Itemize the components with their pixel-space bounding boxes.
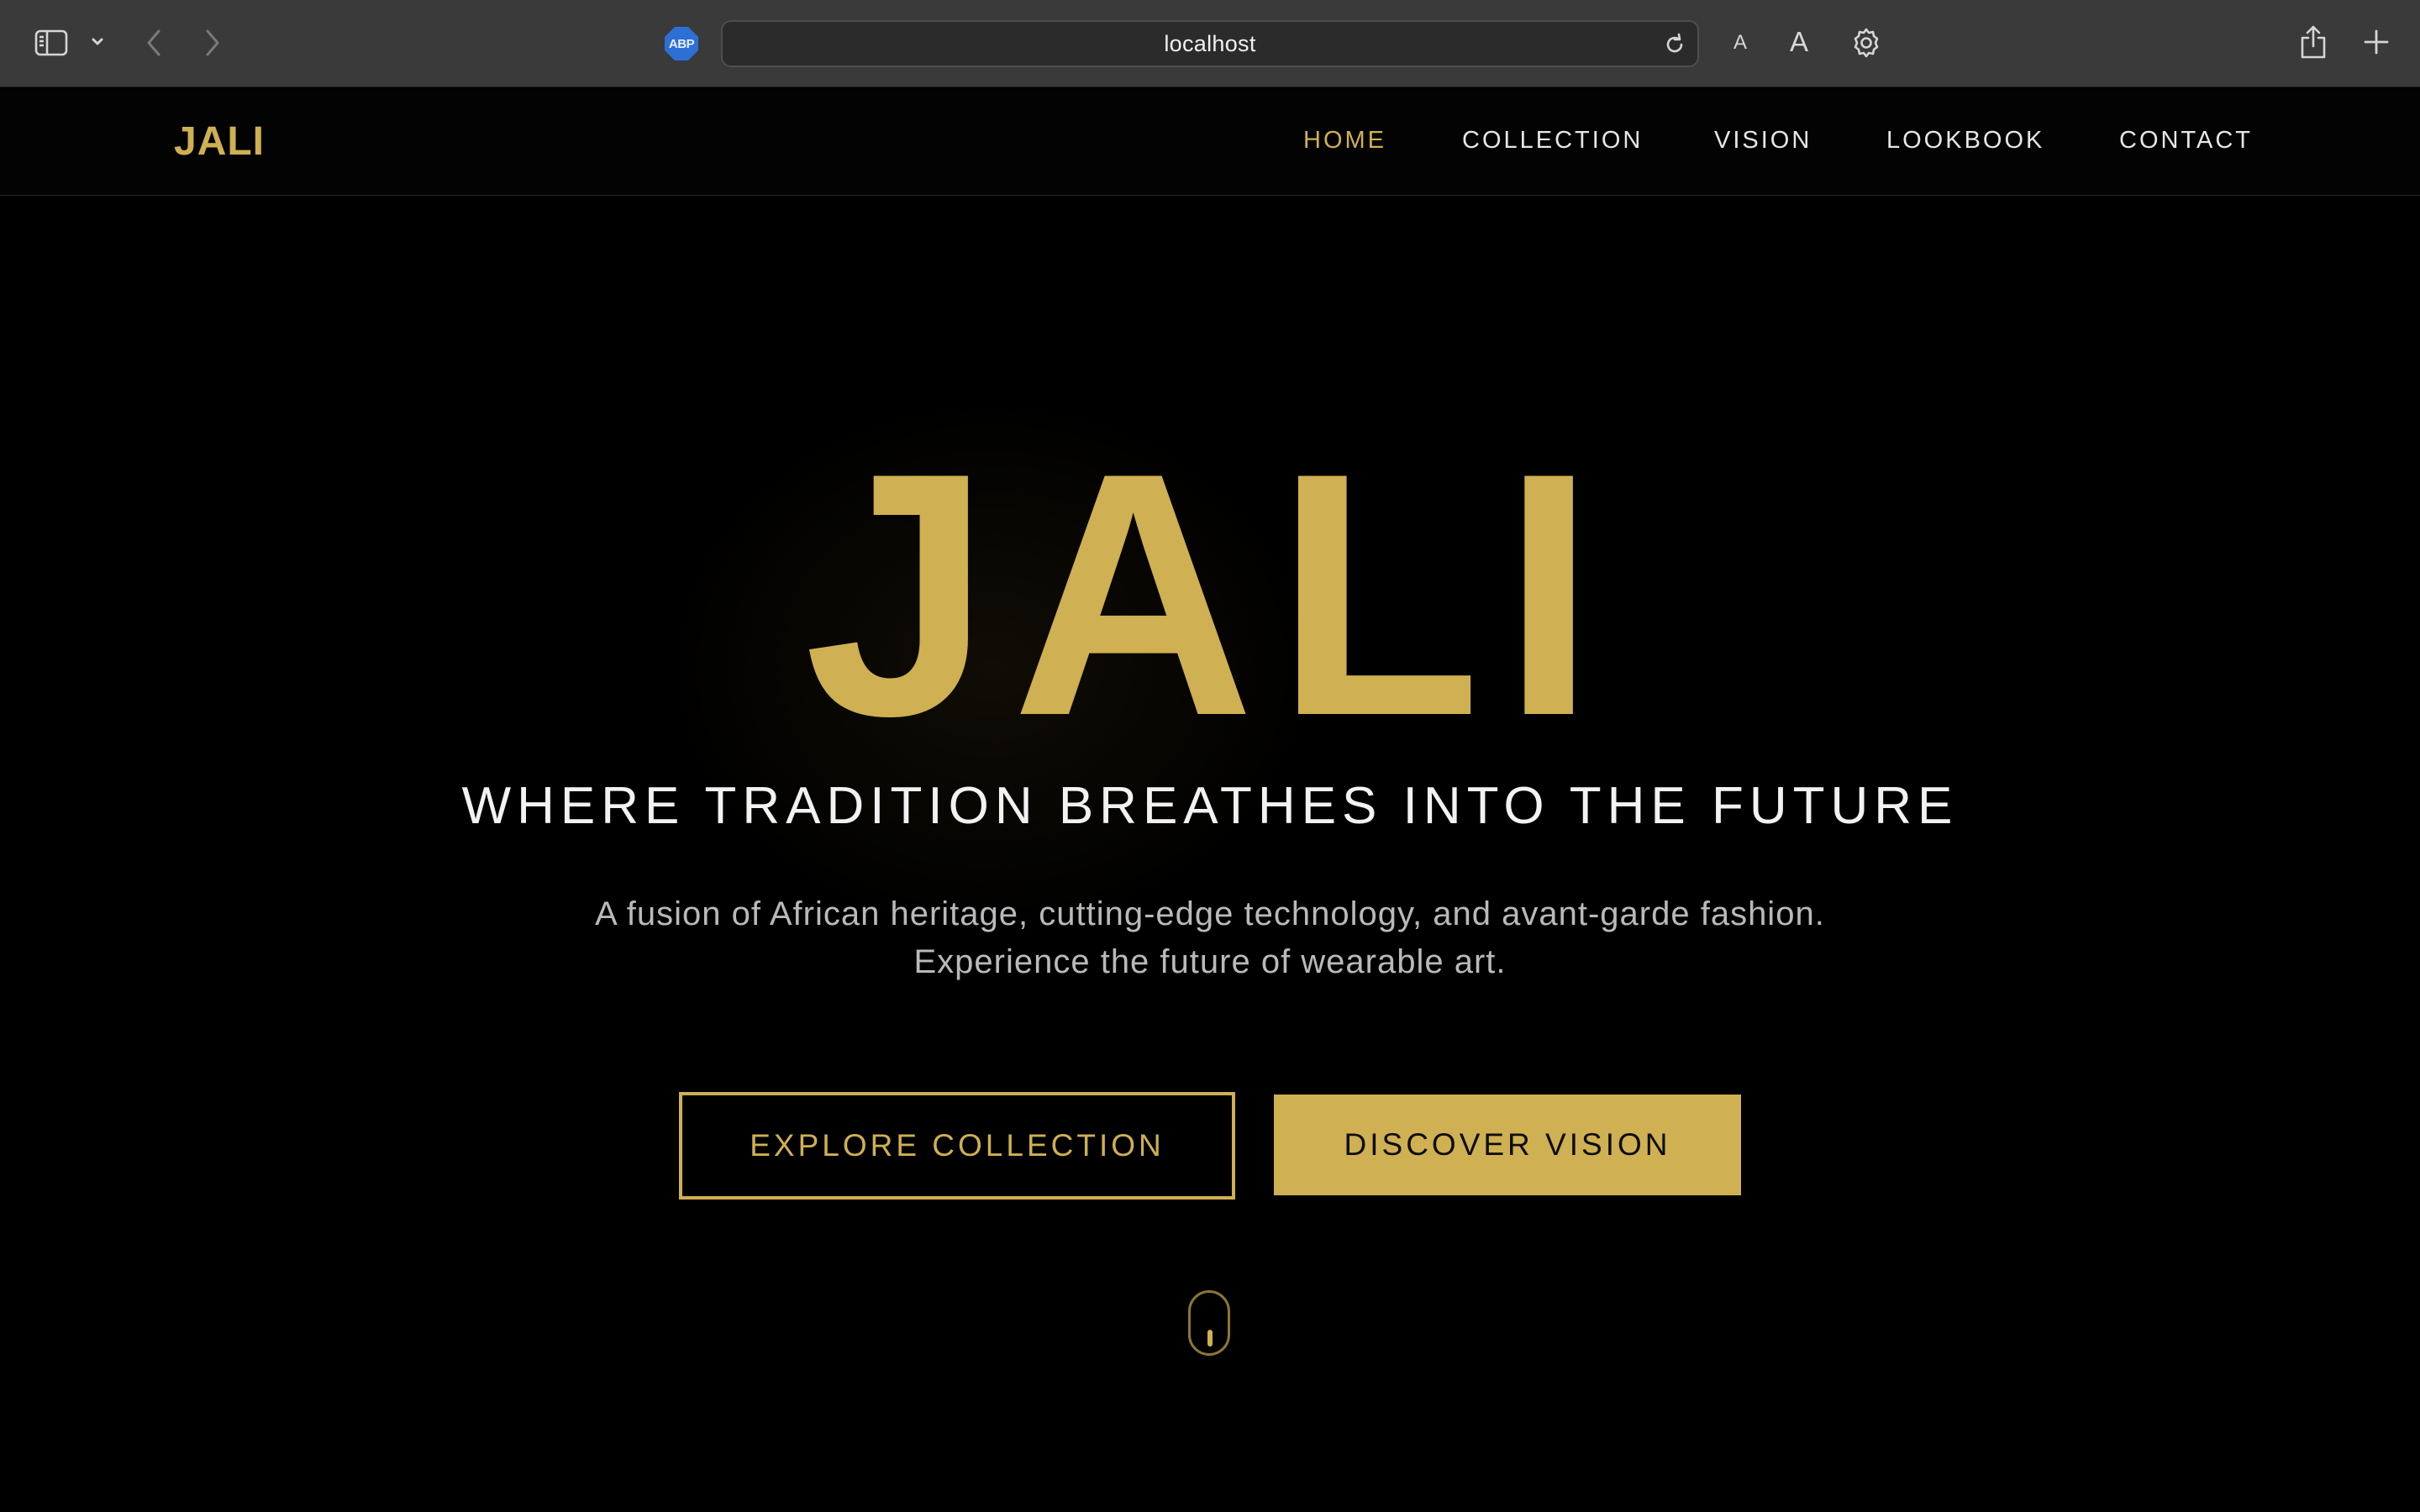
nav-link-vision[interactable]: VISION [1714, 127, 1812, 155]
text-smaller-icon[interactable]: A [1728, 29, 1753, 57]
explore-collection-button[interactable]: EXPLORE COLLECTION [679, 1092, 1235, 1200]
text-larger-icon[interactable]: A [1785, 24, 1813, 60]
hero-title: JALI [0, 422, 2420, 768]
text-smaller-glyph: A [1733, 31, 1747, 54]
hero-section: JALI WHERE TRADITION BREATHES INTO THE F… [0, 197, 2420, 1512]
forward-arrow-icon[interactable] [198, 25, 227, 60]
share-icon[interactable] [2297, 22, 2329, 62]
reload-icon[interactable] [1662, 32, 1687, 57]
back-arrow-icon[interactable] [139, 25, 168, 60]
address-bar[interactable]: localhost [721, 20, 1699, 67]
gear-icon[interactable] [1849, 25, 1884, 60]
hero-description-line-1: A fusion of African heritage, cutting-ed… [595, 895, 1825, 932]
adblock-plus-icon[interactable]: ABP [664, 26, 699, 61]
sidebar-icon[interactable] [32, 25, 71, 60]
main-nav: HOME COLLECTION VISION LOOKBOOK CONTACT [0, 127, 2420, 160]
hero-tagline: WHERE TRADITION BREATHES INTO THE FUTURE [461, 777, 1959, 835]
text-larger-glyph: A [1789, 26, 1808, 57]
discover-vision-button[interactable]: DISCOVER VISION [1274, 1095, 1741, 1195]
hero-title-text: JALI [803, 402, 1617, 788]
plus-icon[interactable] [2360, 25, 2393, 59]
nav-link-collection[interactable]: COLLECTION [1462, 127, 1643, 155]
chevron-down-icon[interactable] [87, 32, 108, 52]
extension-badge-label: ABP [665, 27, 698, 60]
nav-link-contact[interactable]: CONTACT [2119, 127, 2253, 155]
mouse-scroll-icon [1188, 1290, 1230, 1356]
browser-toolbar: ABP localhost A A [0, 0, 2420, 87]
site-header: JALI HOME COLLECTION VISION LOOKBOOK CON… [0, 88, 2420, 196]
hero-description: A fusion of African heritage, cutting-ed… [0, 890, 2420, 986]
nav-link-home[interactable]: HOME [1303, 127, 1386, 155]
url-text: localhost [1164, 30, 1256, 56]
scroll-wheel [1207, 1330, 1213, 1347]
hero-description-line-2: Experience the future of wearable art. [913, 943, 1507, 980]
nav-link-lookbook[interactable]: LOOKBOOK [1886, 127, 2044, 155]
